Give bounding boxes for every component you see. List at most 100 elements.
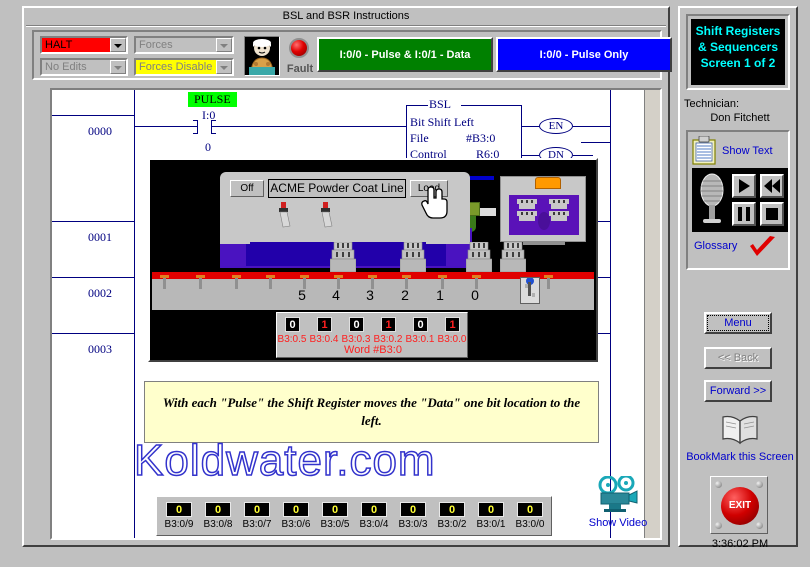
- bit-label: B3:0/5: [320, 519, 350, 530]
- spray-gun-icon: [276, 202, 291, 228]
- bit-value: 0: [400, 502, 426, 517]
- part-sensor: [520, 277, 540, 304]
- show-text-button[interactable]: Show Text: [692, 135, 788, 167]
- ladder-scrollbar[interactable]: [644, 90, 660, 538]
- word-address-label: Word #B3:0: [344, 344, 402, 356]
- technician-label: Technician:: [684, 98, 740, 110]
- bit-label: B3:0/7: [242, 519, 272, 530]
- show-video-label: Show Video: [588, 517, 648, 529]
- chevron-down-icon[interactable]: [216, 60, 232, 74]
- screw-icon: [715, 522, 722, 529]
- app-window: BSL and BSR Instructions HALT Forces No …: [0, 0, 810, 567]
- conveyor-hook: [266, 275, 275, 289]
- right-power-rail: [610, 90, 611, 538]
- contact-bar-left: [197, 120, 198, 134]
- screen-title: Shift Registers & Sequencers Screen 1 of…: [691, 19, 785, 85]
- rewind-button[interactable]: [760, 174, 784, 198]
- chevron-down-icon[interactable]: [216, 38, 232, 52]
- rewind-icon: [764, 179, 780, 193]
- explanation-note-text: With each "Pulse" the Shift Register mov…: [162, 395, 581, 428]
- bit-label: B3:0/9: [164, 519, 194, 530]
- rung-divider: [581, 142, 611, 143]
- position-number: 5: [298, 287, 306, 303]
- back-button[interactable]: << Back: [704, 347, 772, 369]
- rung-divider: [52, 277, 135, 278]
- fault-led-icon: [289, 38, 309, 58]
- bit-value: 0: [517, 502, 543, 517]
- bit-label: B3:0/4: [359, 519, 389, 530]
- oven-vent-cap: [535, 177, 561, 189]
- rung-number: 0001: [88, 230, 112, 244]
- rung-number: 0002: [88, 286, 112, 300]
- block-top-left: [406, 105, 428, 106]
- rung-divider: [52, 115, 135, 116]
- conveyor-hook: [544, 275, 553, 289]
- bit-value: 0: [361, 502, 387, 517]
- oven-unit: [500, 176, 586, 245]
- pulse-and-data-button[interactable]: I:0/0 - Pulse & I:0/1 - Data: [317, 37, 493, 72]
- spray-gun-icon: [318, 202, 333, 228]
- forces-disable-select-value: Forces Disable: [136, 60, 216, 74]
- show-video-button[interactable]: Show Video: [580, 474, 656, 534]
- pulse-only-button[interactable]: I:0/0 - Pulse Only: [496, 37, 672, 72]
- focus-outline: [707, 315, 769, 331]
- bit-value: 0: [322, 502, 348, 517]
- position-number: 0: [471, 287, 479, 303]
- bit-value: 0: [478, 502, 504, 517]
- pause-button[interactable]: [732, 202, 756, 226]
- position-number: 3: [366, 287, 374, 303]
- bit-value: 0: [349, 317, 364, 332]
- audio-player: [692, 168, 788, 232]
- conveyor-hook: [160, 275, 169, 289]
- film-projector-icon: [598, 474, 638, 512]
- shift-register-bits-panel: 0 1 0 1 0 1 B3:0.5 B3:0.4 B3:0.3 B3:0.2 …: [276, 312, 468, 358]
- bit-label: B3:0/2: [437, 519, 467, 530]
- rung-wire: [212, 126, 406, 127]
- bit-value: 0: [166, 502, 192, 517]
- mode-select[interactable]: HALT: [40, 36, 128, 54]
- forces-disable-select[interactable]: Forces Disable: [134, 58, 234, 76]
- bit-value: 0: [285, 317, 300, 332]
- bit-value: 0: [283, 502, 309, 517]
- workpiece: [399, 241, 427, 276]
- exit-button[interactable]: EXIT: [721, 487, 759, 525]
- operand-value: #B3:0: [466, 131, 496, 145]
- screen-title-box: Shift Registers & Sequencers Screen 1 of…: [686, 14, 790, 90]
- bookmark-button[interactable]: BookMark this Screen: [682, 414, 798, 463]
- rung-divider: [52, 333, 135, 334]
- bit-value: 1: [317, 317, 332, 332]
- bit-value: 0: [439, 502, 465, 517]
- animation-scene: Off ACME Powder Coat Line Load: [152, 162, 594, 310]
- pause-icon: [738, 207, 750, 221]
- play-button[interactable]: [732, 174, 756, 198]
- bit-value: 0: [413, 317, 428, 332]
- menu-button[interactable]: Menu: [704, 312, 772, 334]
- block-top-right: [461, 105, 521, 106]
- bit-value: 1: [381, 317, 396, 332]
- bit-label: B3:0/6: [281, 519, 311, 530]
- rung-number: 0003: [88, 342, 112, 356]
- bit-value: 0: [205, 502, 231, 517]
- hand-cursor-icon: [420, 186, 450, 220]
- forces-select[interactable]: Forces: [134, 36, 234, 54]
- plc-status-toolbar: HALT Forces No Edits Forces Disable Faul…: [32, 30, 672, 80]
- contact-cap: [193, 120, 198, 121]
- oven-window: [509, 195, 579, 235]
- operand-label: File: [410, 131, 429, 145]
- rung-number: 0000: [88, 124, 112, 138]
- open-book-icon: [722, 415, 758, 445]
- forward-button[interactable]: Forward >>: [704, 380, 772, 402]
- glossary-button[interactable]: Glossary: [692, 236, 788, 264]
- off-button[interactable]: Off: [230, 180, 264, 197]
- word-bits-strip: 0 0 0 0 0 0 0 0 0 0 B3:0/9 B3:0/8 B3:0/7…: [156, 496, 552, 536]
- chevron-down-icon[interactable]: [110, 60, 126, 74]
- bit-label: B3:0/1: [476, 519, 506, 530]
- position-number: 1: [436, 287, 444, 303]
- sidebar: Shift Registers & Sequencers Screen 1 of…: [678, 6, 798, 550]
- edits-select[interactable]: No Edits: [40, 58, 128, 76]
- show-text-label: Show Text: [722, 145, 773, 157]
- bit-label: B3:0/0: [515, 519, 545, 530]
- stop-button[interactable]: [760, 202, 784, 226]
- chevron-down-icon[interactable]: [110, 38, 126, 52]
- coil-en: EN: [539, 118, 573, 134]
